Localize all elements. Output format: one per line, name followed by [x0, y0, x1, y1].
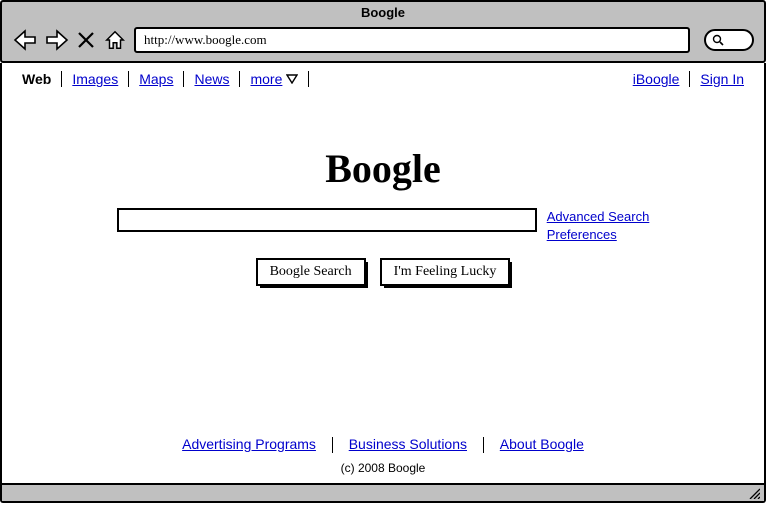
nav-tab-more[interactable]: more	[240, 71, 309, 87]
top-nav: Web Images Maps News more iBoogle Sign I…	[2, 63, 764, 95]
divider	[332, 437, 333, 453]
browser-chrome: Boogle	[0, 0, 766, 63]
forward-button[interactable]	[44, 28, 70, 52]
page-content: Web Images Maps News more iBoogle Sign I…	[0, 63, 766, 503]
search-side-links: Advanced Search Preferences	[547, 208, 650, 244]
status-bar	[2, 483, 764, 501]
copyright: (c) 2008 Boogle	[2, 461, 764, 475]
browser-search-button[interactable]	[704, 29, 754, 51]
footer-link-about[interactable]: About Boogle	[488, 436, 596, 452]
stop-button[interactable]	[76, 28, 96, 52]
url-input[interactable]	[134, 27, 690, 53]
nav-tab-images[interactable]: Images	[62, 71, 129, 87]
resize-grip-icon[interactable]	[748, 487, 760, 499]
nav-tab-news[interactable]: News	[184, 71, 240, 87]
home-button[interactable]	[102, 28, 128, 52]
nav-tab-maps[interactable]: Maps	[129, 71, 184, 87]
back-button[interactable]	[12, 28, 38, 52]
preferences-link[interactable]: Preferences	[547, 226, 650, 244]
browser-toolbar	[2, 23, 764, 61]
dropdown-icon	[286, 71, 298, 87]
footer-link-ads[interactable]: Advertising Programs	[170, 436, 328, 452]
search-button[interactable]: Boogle Search	[256, 258, 366, 286]
nav-tab-web[interactable]: Web	[12, 71, 62, 87]
footer-link-biz[interactable]: Business Solutions	[337, 436, 479, 452]
divider	[483, 437, 484, 453]
footer-links: Advertising Programs Business Solutions …	[2, 436, 764, 453]
nav-link-signin[interactable]: Sign In	[690, 71, 754, 87]
nav-link-iboogle[interactable]: iBoogle	[623, 71, 691, 87]
lucky-button[interactable]: I'm Feeling Lucky	[380, 258, 511, 286]
search-input[interactable]	[117, 208, 537, 232]
search-icon	[712, 34, 724, 46]
window-title: Boogle	[2, 2, 764, 23]
main-area: Boogle Advanced Search Preferences Boogl…	[2, 95, 764, 286]
advanced-search-link[interactable]: Advanced Search	[547, 208, 650, 226]
logo: Boogle	[2, 145, 764, 192]
